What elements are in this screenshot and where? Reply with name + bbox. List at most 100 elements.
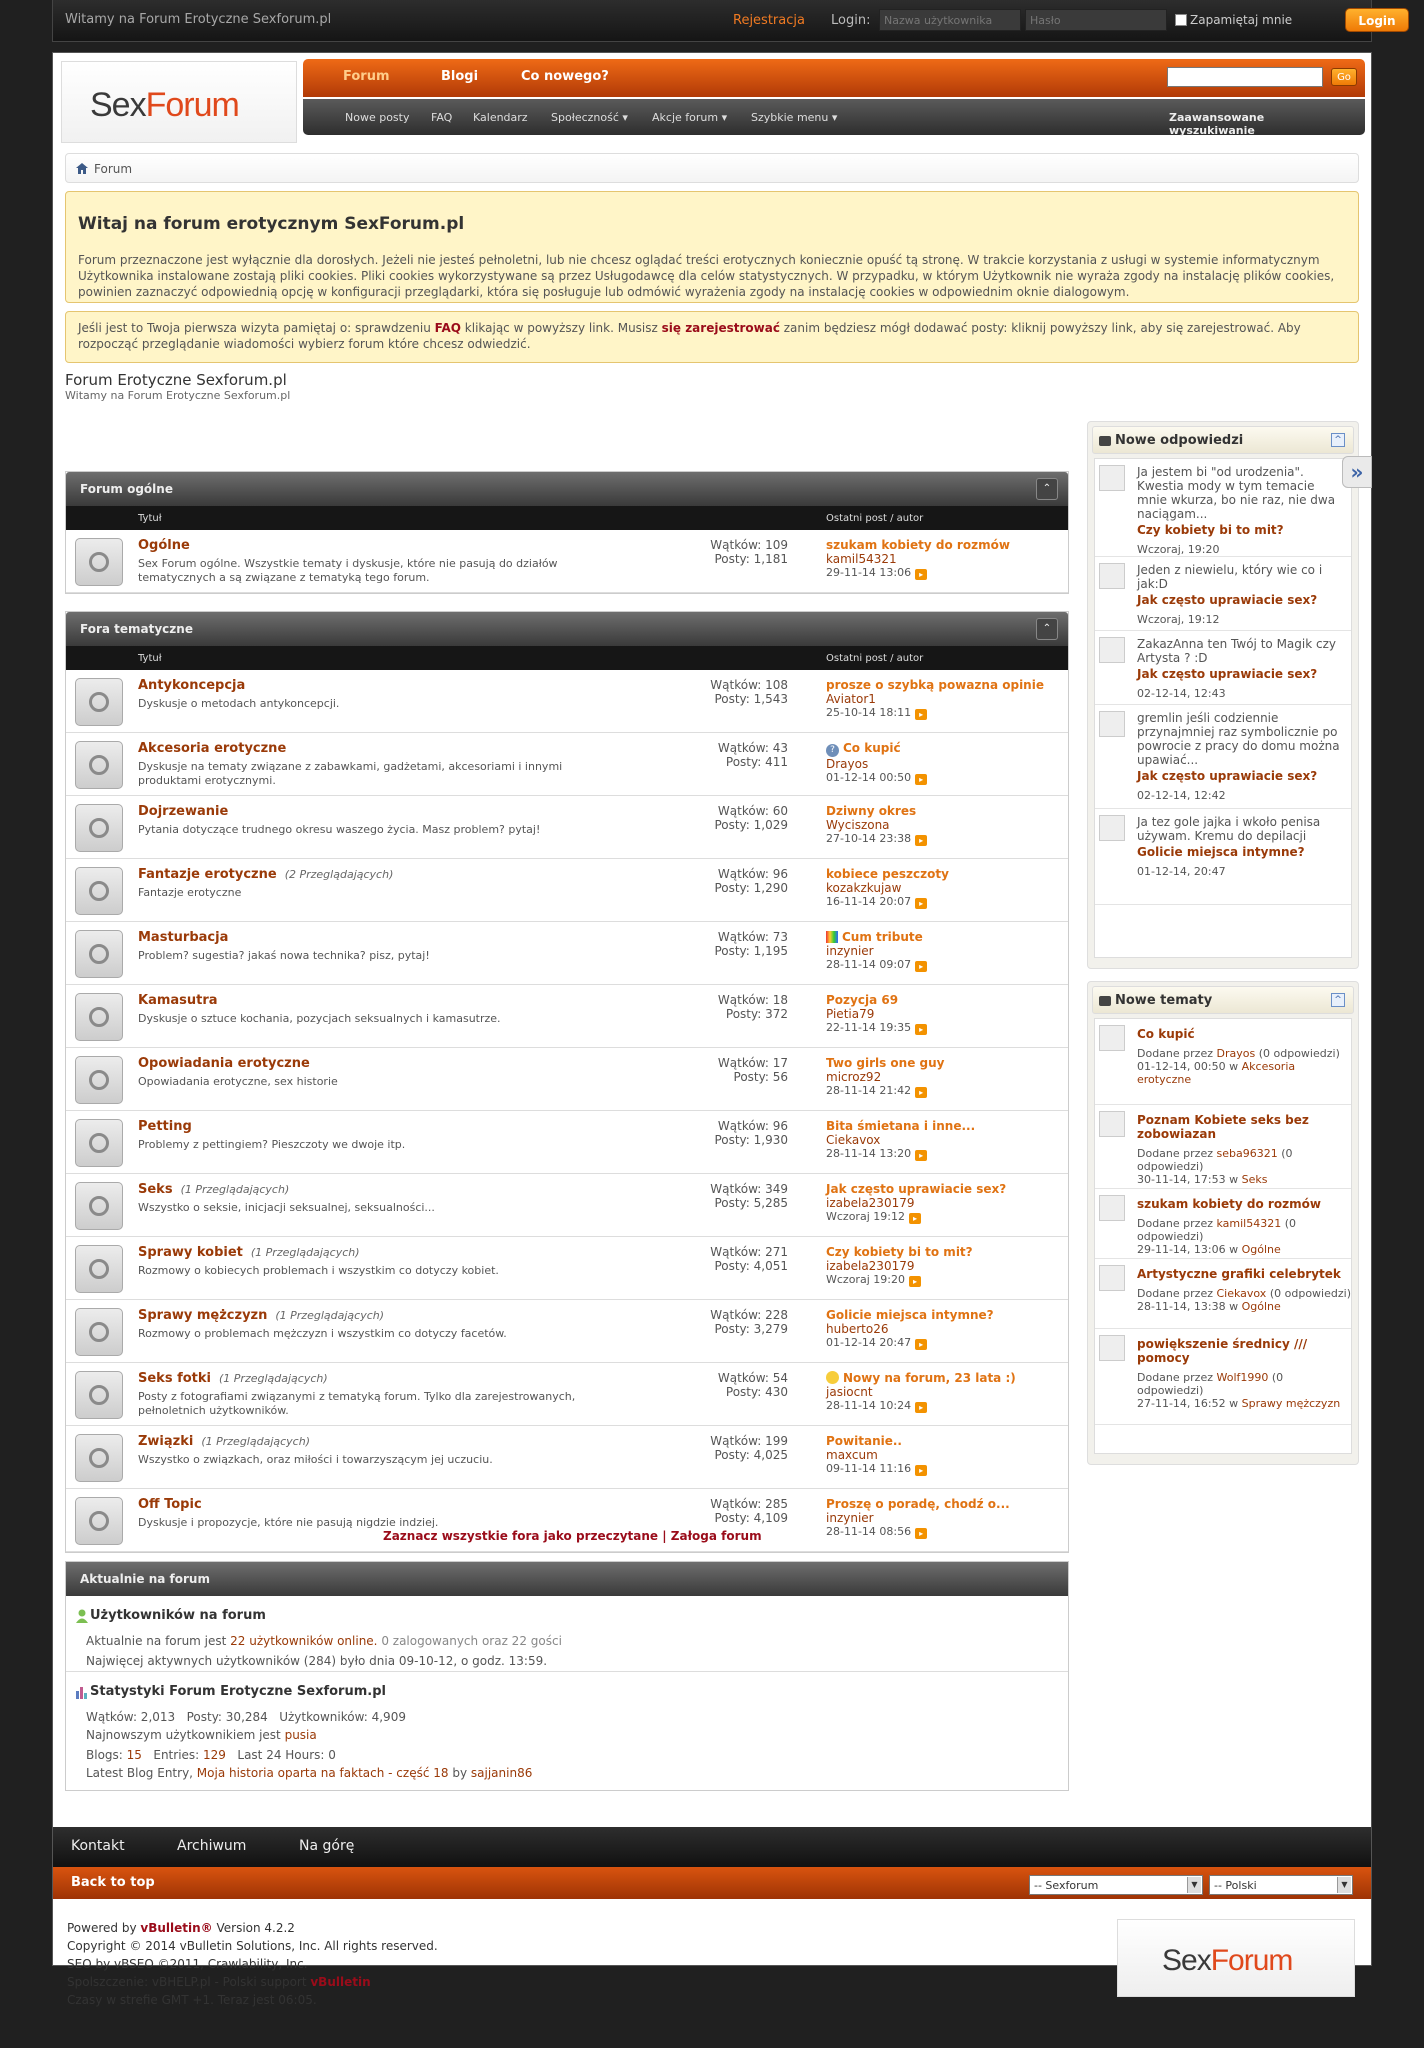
go-to-last-post-icon[interactable]: ▸ [908,1276,921,1287]
go-to-last-post-icon[interactable]: ▸ [915,1150,928,1161]
last-post-title-link[interactable]: Proszę o poradę, chodź o... [826,1497,1010,1511]
last-post-title-link[interactable]: Powitanie.. [826,1434,902,1448]
go-to-last-post-icon[interactable]: ▸ [915,1402,928,1413]
topic-title-link[interactable]: Co kupić [1137,1027,1347,1041]
topic-author-link[interactable]: seba96321 [1216,1147,1277,1160]
newest-member-link[interactable]: pusia [285,1728,317,1742]
avatar[interactable] [1099,465,1125,491]
forum-title-link[interactable]: Seks fotki [138,1371,211,1386]
remember-me[interactable]: Zapamiętaj mnie [1175,13,1292,27]
go-to-last-post-icon[interactable]: ▸ [915,1339,928,1350]
go-to-last-post-icon[interactable]: ▸ [915,1528,928,1539]
forum-title-link[interactable]: Opowiadania erotyczne [138,1056,310,1071]
forum-title-link[interactable]: Antykoncepcja [138,678,245,693]
nav-calendar[interactable]: Kalendarz [473,111,528,124]
topic-author-link[interactable]: Wolf1990 [1216,1371,1268,1384]
username-input[interactable] [879,9,1021,31]
last-post-author-link[interactable]: maxcum [826,1448,1066,1462]
topic-author-link[interactable]: kamil54321 [1216,1217,1281,1230]
tab-blogs[interactable]: Blogi [441,69,478,84]
entries-link[interactable]: 129 [203,1748,226,1762]
last-post-author-link[interactable]: Ciekavox [826,1133,1066,1147]
topic-title-link[interactable]: powiększenie średnicy /// pomocy [1137,1337,1347,1365]
register-link[interactable]: Rejestracja [733,13,805,28]
last-post-title-link[interactable]: Golicie miejsca intymne? [826,1308,994,1322]
nav-new-posts[interactable]: Nowe posty [345,111,410,124]
go-to-last-post-icon[interactable]: ▸ [915,1024,928,1035]
last-post-author-link[interactable]: kamil54321 [826,552,1066,566]
go-to-last-post-icon[interactable]: ▸ [915,1087,928,1098]
forum-title-link[interactable]: Związki [138,1434,193,1449]
avatar[interactable] [1099,1111,1125,1137]
collapse-icon[interactable]: ^ [1331,433,1345,447]
avatar[interactable] [1099,637,1125,663]
latest-blog-link[interactable]: Moja historia oparta na faktach - część … [197,1766,449,1780]
search-go-button[interactable]: Go [1331,68,1357,86]
forum-title-link[interactable]: Kamasutra [138,993,218,1008]
reply-thread-link[interactable]: Jak często uprawiacie sex? [1137,769,1347,783]
collapse-icon[interactable]: ⌃ [1036,618,1058,640]
forum-title-link[interactable]: Petting [138,1119,192,1134]
back-to-top-link[interactable]: Back to top [71,1875,155,1890]
forum-title-link[interactable]: Masturbacja [138,930,228,945]
reply-thread-link[interactable]: Jak często uprawiacie sex? [1137,667,1347,681]
login-button[interactable]: Login [1345,8,1409,32]
avatar[interactable] [1099,1265,1125,1291]
users-online-title[interactable]: Użytkowników na forum [90,1608,266,1623]
forum-title-link[interactable]: Off Topic [138,1497,202,1512]
topic-author-link[interactable]: Ciekavox [1216,1287,1266,1300]
sidebar-toggle-icon[interactable]: » [1342,456,1372,488]
last-post-author-link[interactable]: Wyciszona [826,818,1066,832]
forum-title-link[interactable]: Sprawy mężczyzn [138,1308,267,1323]
mark-all-read-link[interactable]: Zaznacz wszystkie fora jako przeczytane [383,1529,658,1543]
avatar[interactable] [1099,711,1125,737]
topic-title-link[interactable]: Poznam Kobiete seks bez zobowiazan [1137,1113,1347,1141]
avatar[interactable] [1099,1335,1125,1361]
go-to-last-post-icon[interactable]: ▸ [915,569,928,580]
last-post-title-link[interactable]: prosze o szybką powazna opinie [826,678,1044,692]
go-to-last-post-icon[interactable]: ▸ [915,1465,928,1476]
last-post-author-link[interactable]: Drayos [826,757,1066,771]
go-to-last-post-icon[interactable]: ▸ [915,898,928,909]
last-post-author-link[interactable]: izabela230179 [826,1259,1066,1273]
last-post-title-link[interactable]: Dziwny okres [826,804,916,818]
forum-title-link[interactable]: Seks [138,1182,173,1197]
last-post-author-link[interactable]: kozakzkujaw [826,881,1066,895]
register-notice-link[interactable]: się zarejestrować [662,321,780,335]
nav-community[interactable]: Społeczność ▾ [551,111,628,124]
forum-title-link[interactable]: Akcesoria erotyczne [138,741,286,756]
avatar[interactable] [1099,815,1125,841]
reply-thread-link[interactable]: Czy kobiety bi to mit? [1137,523,1347,537]
go-to-last-post-icon[interactable]: ▸ [915,774,928,785]
avatar[interactable] [1099,1025,1125,1051]
nav-faq[interactable]: FAQ [431,111,452,124]
language-select[interactable]: -- Polski ▼ [1209,1875,1353,1895]
nav-forum-actions[interactable]: Akcje forum ▾ [652,111,727,124]
category-title[interactable]: Fora tematyczne [80,622,193,636]
password-input[interactable] [1025,9,1167,31]
topic-forum-link[interactable]: Sprawy mężczyzn [1242,1397,1341,1410]
last-post-title-link[interactable]: Nowy na forum, 23 lata :) [843,1371,1016,1385]
collapse-icon[interactable]: ⌃ [1036,478,1058,500]
last-post-title-link[interactable]: szukam kobiety do rozmów [826,538,1010,552]
last-post-title-link[interactable]: Czy kobiety bi to mit? [826,1245,973,1259]
last-post-author-link[interactable]: Pietia79 [826,1007,1066,1021]
tab-whats-new[interactable]: Co nowego? [521,69,609,84]
footer-top-link[interactable]: Na górę [299,1838,354,1854]
topic-forum-link[interactable]: Seks [1242,1173,1268,1186]
home-icon[interactable] [76,163,88,174]
forum-staff-link[interactable]: Załoga forum [671,1529,762,1543]
topic-forum-link[interactable]: Ogólne [1242,1243,1281,1256]
topic-forum-link[interactable]: Ogólne [1242,1300,1281,1313]
go-to-last-post-icon[interactable]: ▸ [915,835,928,846]
last-post-author-link[interactable]: izabela230179 [826,1196,1066,1210]
last-post-title-link[interactable]: Two girls one guy [826,1056,945,1070]
last-post-author-link[interactable]: jasiocnt [826,1385,1066,1399]
last-post-title-link[interactable]: Cum tribute [842,930,923,944]
last-post-title-link[interactable]: Co kupić [843,741,901,755]
footer-archive-link[interactable]: Archiwum [177,1838,246,1854]
last-post-author-link[interactable]: huberto26 [826,1322,1066,1336]
reply-thread-link[interactable]: Jak często uprawiacie sex? [1137,593,1347,607]
last-post-title-link[interactable]: Pozycja 69 [826,993,898,1007]
collapse-icon[interactable]: ^ [1331,993,1345,1007]
